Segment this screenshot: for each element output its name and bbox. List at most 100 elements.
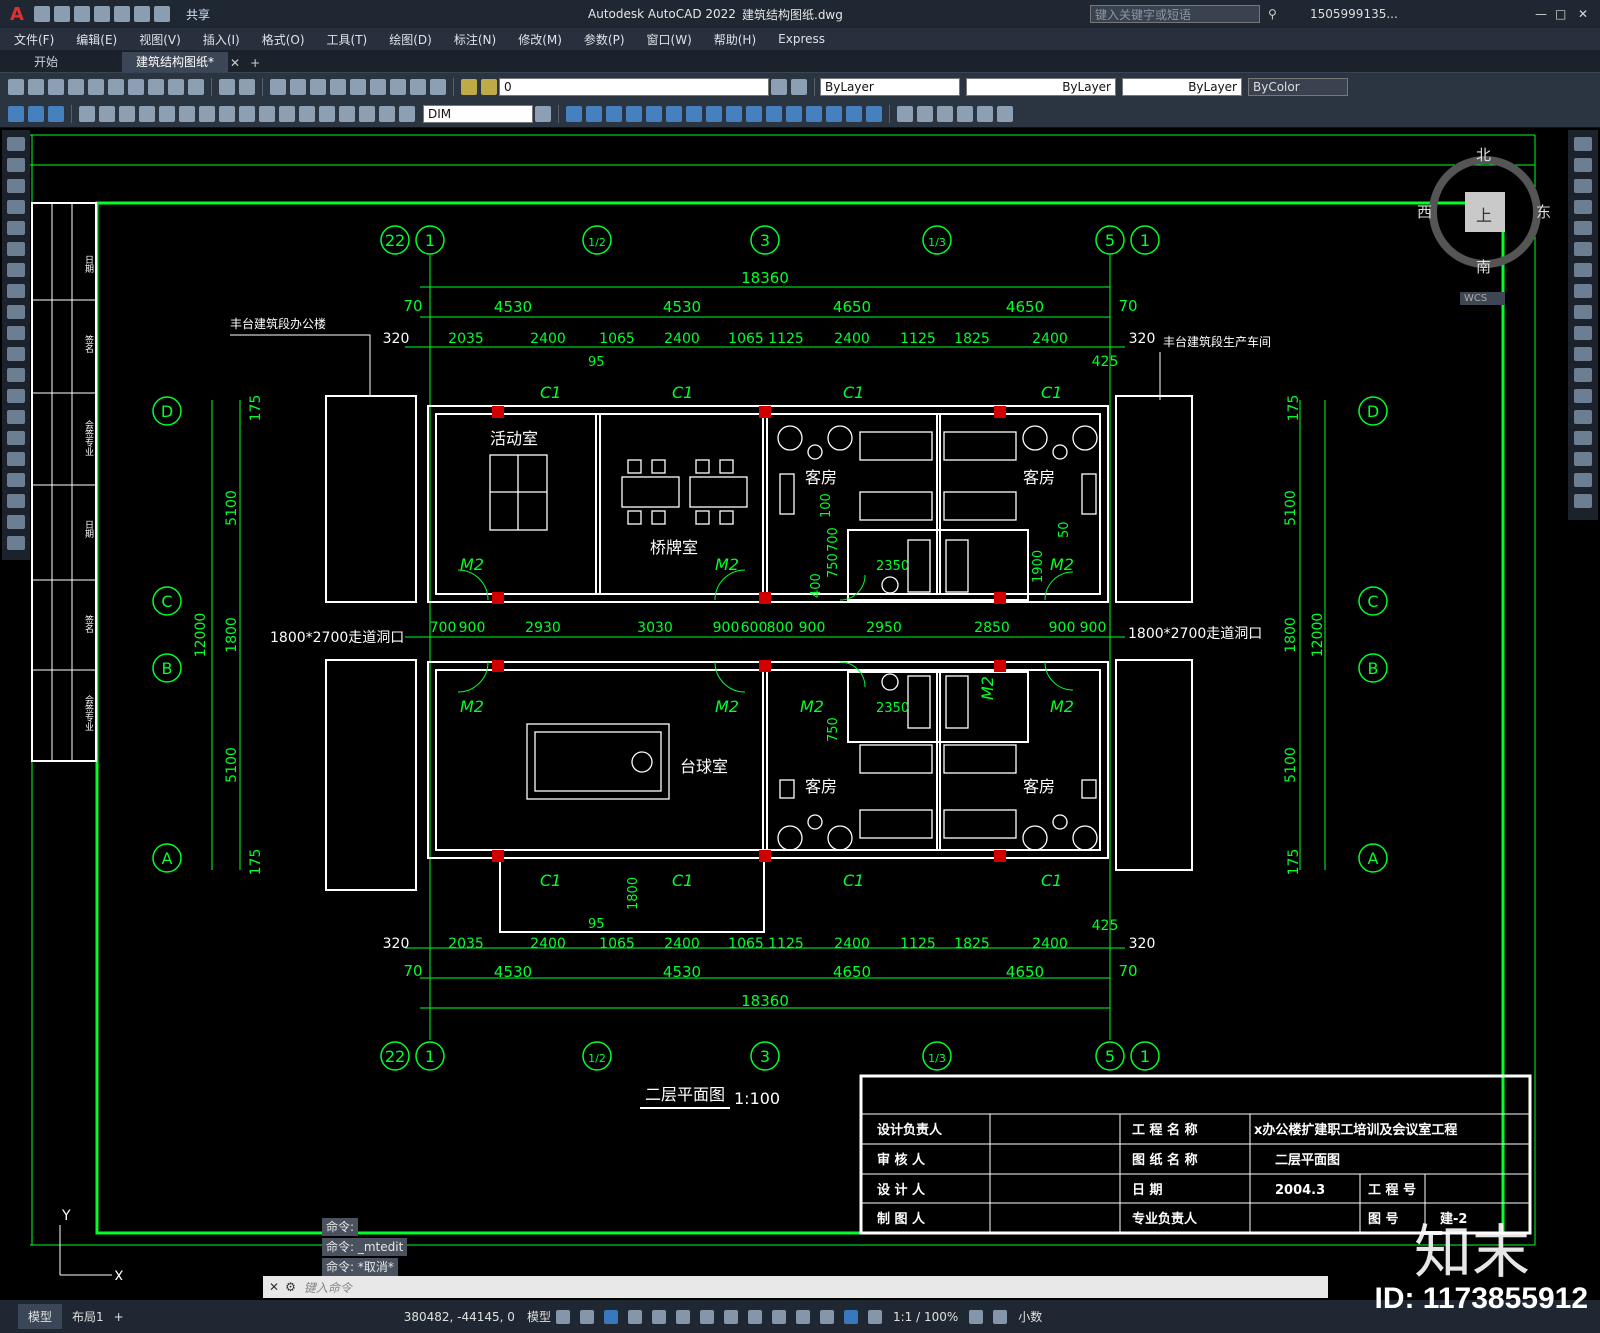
dim-arc-icon[interactable] [48,105,64,122]
jogged-linear-icon[interactable] [339,105,355,122]
menu-view[interactable]: 视图(V) [139,31,181,48]
modify-offset-icon[interactable] [626,105,642,122]
menu-tools[interactable]: 工具(T) [327,31,368,48]
osnap-tracking-icon[interactable] [675,1309,690,1324]
drawing-canvas[interactable]: 日期 签名 会签专业 日期 签名 会签专业 22 1 1/2 3 1/3 5 1… [0,130,1568,1280]
break-point-icon[interactable] [1574,368,1592,382]
menu-draw[interactable]: 绘图(D) [389,31,432,48]
open-file-icon[interactable] [53,6,70,22]
annotation-visibility-icon[interactable] [843,1309,858,1324]
snap-icon[interactable] [579,1309,594,1324]
polar-icon[interactable] [627,1309,642,1324]
modify-fillet-icon[interactable] [846,105,862,122]
inspection-icon[interactable] [319,105,335,122]
dim-linear-icon[interactable] [8,105,24,122]
dim-radius-icon[interactable] [99,105,115,122]
view-cube[interactable]: 北 南 西 东 上 WCS [1417,140,1560,305]
pan-icon[interactable] [270,78,286,95]
modify-join-icon[interactable] [806,105,822,122]
paste-icon[interactable] [168,78,184,95]
modify-explode-icon[interactable] [866,105,882,122]
dim-diameter-icon[interactable] [139,105,155,122]
modify-array-icon[interactable] [646,105,662,122]
share-button[interactable]: 共享 [186,6,210,23]
qnew-icon[interactable] [8,78,24,95]
color-select[interactable]: ByLayer [820,77,960,96]
units-button[interactable]: 小数 [1018,1308,1042,1325]
calculator-icon[interactable] [410,78,426,95]
menu-format[interactable]: 格式(O) [262,31,305,48]
workspace-icon[interactable] [969,1309,984,1324]
open-icon[interactable] [28,78,44,95]
zoom-icon[interactable] [290,78,306,95]
compass-west[interactable]: 西 [1417,201,1432,222]
quick-dim-icon[interactable] [179,105,195,122]
layer-make-current-icon[interactable] [771,78,787,95]
tab-start[interactable]: 开始 [20,52,72,72]
sun-icon[interactable] [481,78,497,95]
view-cube-top[interactable]: 上 [1476,202,1492,226]
dimstyle-select[interactable]: DIM [423,104,533,123]
new-file-icon[interactable] [33,6,50,22]
array-icon[interactable] [1574,221,1592,235]
scale-icon[interactable] [1574,284,1592,298]
modify-chamfer-icon[interactable] [826,105,842,122]
tab-close-icon[interactable]: ✕ [230,56,240,70]
menu-file[interactable]: 文件(F) [14,31,54,48]
modify-rotate-icon[interactable] [686,105,702,122]
ucs-dynamic-icon[interactable] [795,1309,810,1324]
dim-aligned-icon[interactable] [28,105,44,122]
close-cmd-icon[interactable]: ✕ [269,1280,279,1294]
extend-icon[interactable] [1574,347,1592,361]
tab-model[interactable]: 模型 [18,1304,63,1329]
modify-extend-icon[interactable] [766,105,782,122]
redo-icon[interactable] [239,78,255,95]
dim-continue-icon[interactable] [219,105,235,122]
block-insert-icon[interactable] [957,105,973,122]
compass-south[interactable]: 南 [1476,256,1491,277]
print-icon[interactable] [113,6,130,22]
redo-icon[interactable] [153,6,170,22]
transparency-icon[interactable] [747,1309,762,1324]
isodraft-icon[interactable] [651,1309,666,1324]
copy-object-icon[interactable] [1574,158,1592,172]
tolerance-icon[interactable] [279,105,295,122]
dim-baseline-icon[interactable] [199,105,215,122]
modify-break-icon[interactable] [786,105,802,122]
dim-update-icon[interactable] [399,105,415,122]
model-space-button[interactable]: 模型 [527,1308,551,1325]
auto-scale-icon[interactable] [867,1309,882,1324]
ortho-icon[interactable] [603,1309,618,1324]
modify-erase-icon[interactable] [566,105,582,122]
add-icon[interactable] [993,1309,1008,1324]
autocad-logo-icon[interactable]: A [10,4,24,25]
sheet-set-icon[interactable] [390,78,406,95]
modify-scale-icon[interactable] [706,105,722,122]
dim-edit-icon[interactable] [359,105,375,122]
dim-text-edit-icon[interactable] [379,105,395,122]
zoom-window-icon[interactable] [310,78,326,95]
preview-icon[interactable] [88,78,104,95]
modify-mirror-icon[interactable] [606,105,622,122]
gizmo-icon[interactable] [819,1309,834,1324]
mirror-icon[interactable] [1574,179,1592,193]
3d-orbit-icon[interactable] [917,105,933,122]
close-icon[interactable]: ✕ [1578,7,1588,21]
plot-icon[interactable] [68,78,84,95]
center-mark-icon[interactable] [299,105,315,122]
save-as-icon[interactable] [93,6,110,22]
search-icon[interactable]: ⚲ [1268,7,1277,21]
search-input[interactable]: 键入关键字或短语 [1090,5,1260,23]
publish-icon[interactable] [108,78,124,95]
offset-icon[interactable] [1574,200,1592,214]
compass-east[interactable]: 东 [1536,201,1551,222]
plotstyle-select[interactable]: ByColor [1248,77,1348,96]
modify-copy-icon[interactable] [586,105,602,122]
layer-previous-icon[interactable] [791,78,807,95]
3d-view-icon[interactable] [897,105,913,122]
stretch-icon[interactable] [1574,305,1592,319]
wcs-button[interactable]: WCS [1460,292,1506,305]
layer-select[interactable]: 0 [499,77,769,96]
lineweight-select[interactable]: ByLayer [1122,77,1242,96]
menu-parametric[interactable]: 参数(P) [584,31,625,48]
